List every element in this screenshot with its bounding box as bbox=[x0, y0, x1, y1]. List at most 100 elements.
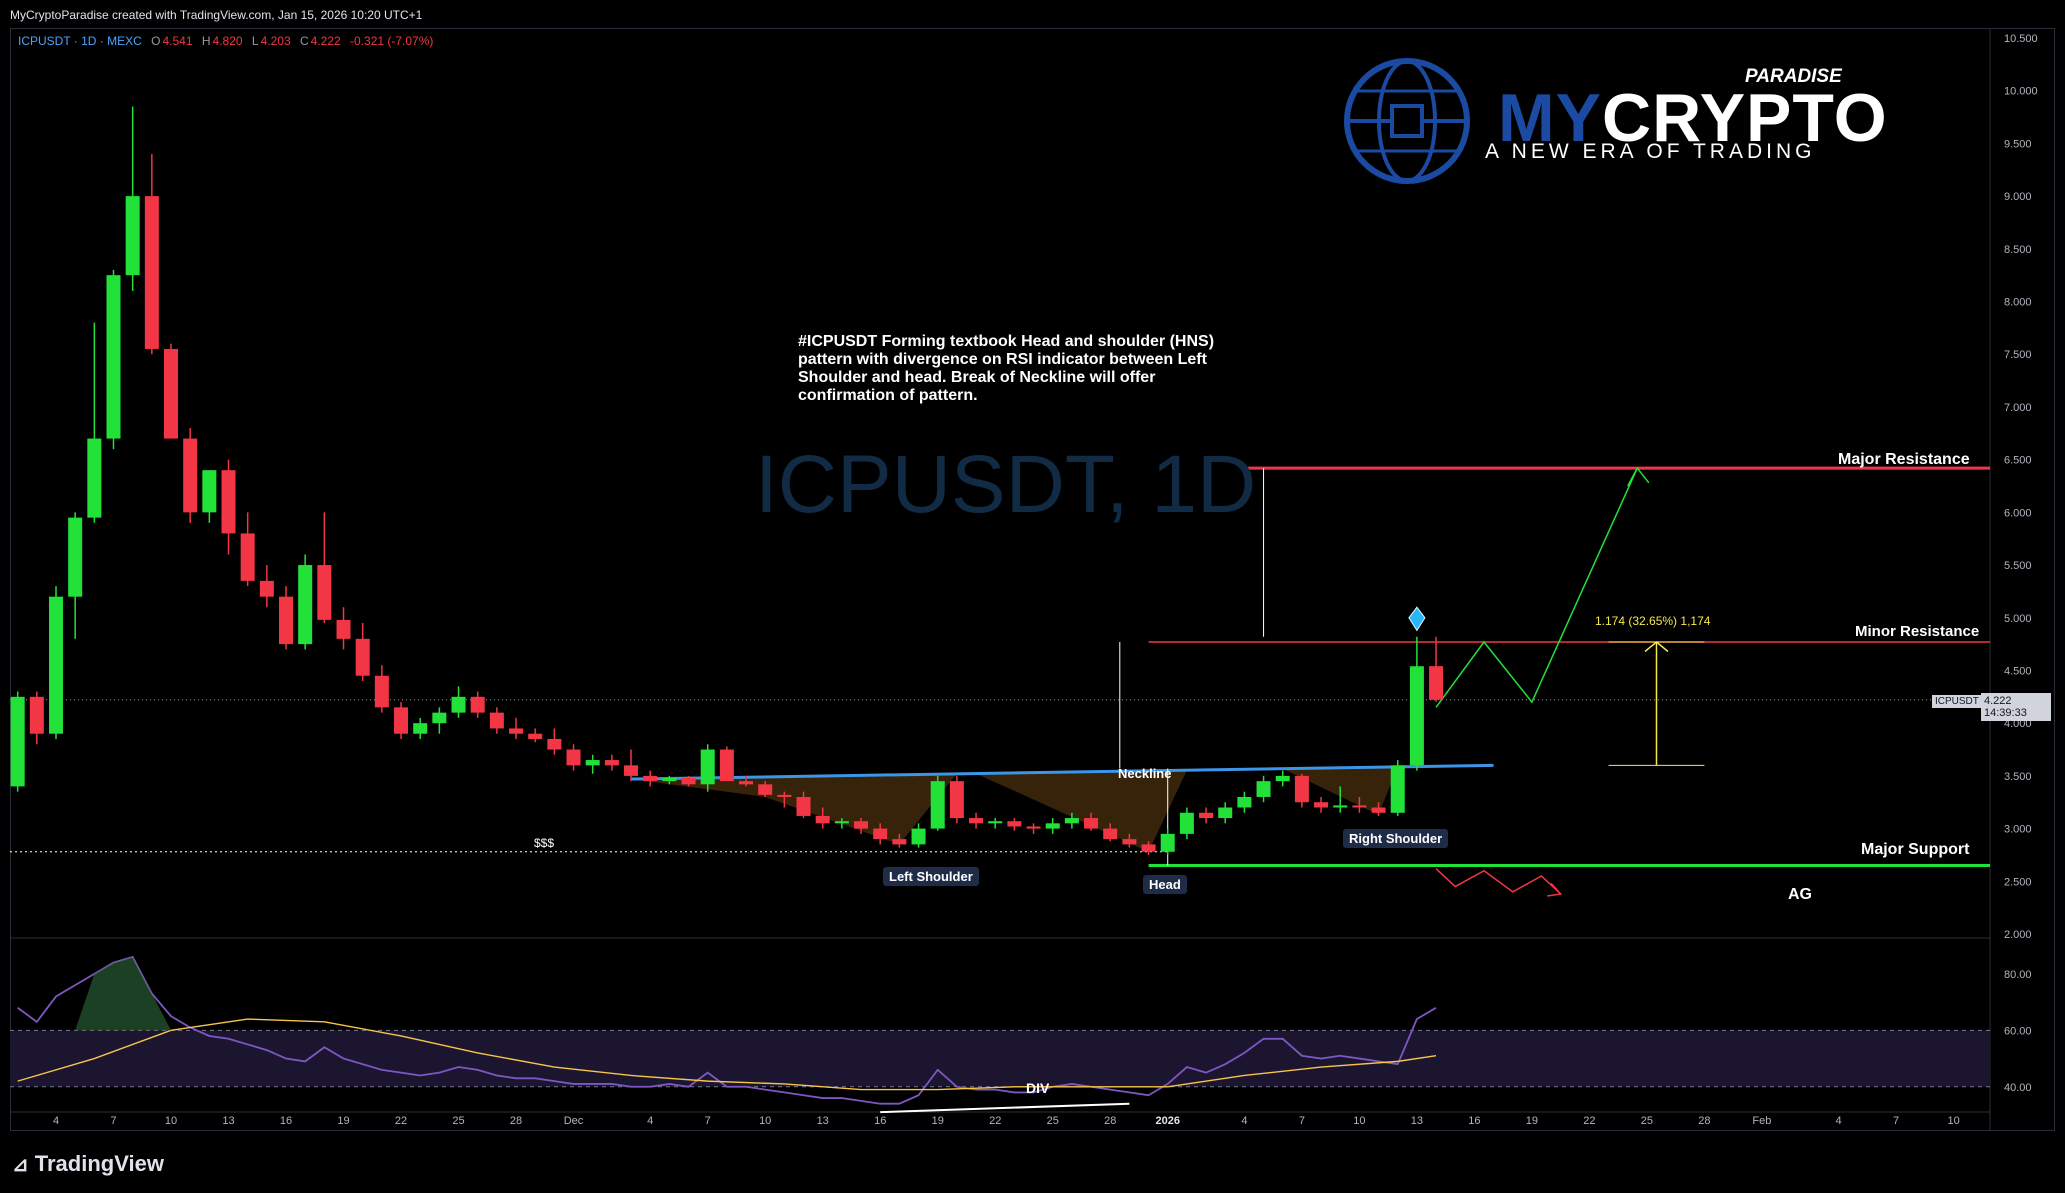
time-tick-label: 7 bbox=[110, 1115, 116, 1127]
candle-body bbox=[873, 828, 888, 840]
time-tick-label: 25 bbox=[1047, 1115, 1059, 1127]
candle-body bbox=[1275, 775, 1290, 782]
candle-body bbox=[1064, 818, 1079, 824]
tradingview-logo-icon: ⊿ bbox=[12, 1154, 29, 1176]
price-tick-label: 2.000 bbox=[2004, 929, 2032, 941]
candle-body bbox=[125, 196, 140, 276]
high-value: 4.820 bbox=[212, 34, 243, 48]
price-tick-label: 5.500 bbox=[2004, 560, 2032, 572]
change-value: -0.321 (-7.07%) bbox=[350, 34, 434, 48]
bearish-projection-path bbox=[1435, 868, 1562, 895]
candle-body bbox=[1371, 807, 1386, 813]
candle-body bbox=[1084, 818, 1099, 829]
candle-body bbox=[528, 733, 543, 739]
candle-body bbox=[164, 348, 179, 439]
symbol-legend[interactable]: ICPUSDT · 1D · MEXC O 4.541 H 4.820 L 4.203… bbox=[18, 34, 433, 48]
candle-body bbox=[547, 738, 562, 750]
time-tick-label: 4 bbox=[647, 1115, 653, 1127]
candle-body bbox=[815, 815, 830, 824]
low-value: 4.203 bbox=[260, 34, 291, 48]
last-price-tag: 4.222 14:39:33 bbox=[1981, 693, 2051, 721]
time-tick-label: 22 bbox=[395, 1115, 407, 1127]
candle-body bbox=[1103, 828, 1118, 840]
candle-body bbox=[566, 749, 581, 766]
fib-measure-label: 1.174 (32.65%) 1,174 bbox=[1595, 614, 1711, 628]
candle-body bbox=[1409, 666, 1424, 766]
rsi-tick-label: 40.00 bbox=[2004, 1082, 2032, 1094]
globe-logo-icon bbox=[1344, 58, 1470, 184]
head-label: Head bbox=[1143, 875, 1187, 894]
bearish-arrow-head bbox=[1547, 882, 1563, 897]
price-tick-label: 3.000 bbox=[2004, 824, 2032, 836]
price-tick-label: 4.500 bbox=[2004, 665, 2032, 677]
major-resistance-label: Major Resistance bbox=[1838, 451, 1970, 468]
candle-body bbox=[432, 712, 447, 724]
time-tick-label: 7 bbox=[705, 1115, 711, 1127]
candle-body bbox=[969, 818, 984, 824]
neckline-label: Neckline bbox=[1118, 766, 1172, 781]
symbol-label[interactable]: ICPUSDT · 1D · MEXC bbox=[18, 34, 142, 48]
right-shoulder-label: Right Shoulder bbox=[1343, 829, 1449, 848]
candle-body bbox=[1218, 807, 1233, 819]
time-tick-label: 10 bbox=[1947, 1115, 1959, 1127]
time-axis[interactable]: 4 7 10 13 16 19 22 25 28 Dec 4 7 10 13 16 19 22 25 28 2026 4… bbox=[53, 1115, 1960, 1127]
rsi-overbought-fill bbox=[75, 956, 172, 1031]
price-tick-label: 6.000 bbox=[2004, 507, 2032, 519]
time-tick-label: 22 bbox=[989, 1115, 1001, 1127]
candle-body bbox=[394, 707, 409, 734]
time-tick-label: 28 bbox=[1104, 1115, 1116, 1127]
time-tick-label: 16 bbox=[280, 1115, 292, 1127]
price-axis[interactable]: 10.500 10.000 9.500 9.000 8.500 8.000 7.500 7.0… bbox=[10, 28, 2038, 1131]
time-tick-label: 13 bbox=[222, 1115, 234, 1127]
candle-body bbox=[1026, 826, 1041, 829]
left-shoulder-zone bbox=[631, 773, 957, 845]
candle-body bbox=[1045, 823, 1060, 829]
candle-body bbox=[777, 794, 792, 797]
price-tick-label: 3.500 bbox=[2004, 771, 2032, 783]
price-tick-label: 9.500 bbox=[2004, 138, 2032, 150]
candle-body bbox=[719, 749, 734, 782]
candle-body bbox=[930, 781, 945, 829]
rsi-band bbox=[10, 1030, 1990, 1087]
candle-body bbox=[336, 619, 351, 639]
candle-body bbox=[1237, 796, 1252, 808]
candle-body bbox=[643, 775, 658, 782]
time-tick-label: 22 bbox=[1583, 1115, 1595, 1127]
price-tick-label: 9.000 bbox=[2004, 191, 2032, 203]
time-tick-label: 2026 bbox=[1155, 1115, 1179, 1127]
price-tick-label: 10.000 bbox=[2004, 86, 2038, 98]
candle-body bbox=[1141, 844, 1156, 852]
diamond-icon bbox=[1408, 606, 1426, 632]
candle-body bbox=[911, 828, 926, 845]
candle-body bbox=[221, 470, 236, 534]
candle-body bbox=[949, 781, 964, 819]
head-zone bbox=[976, 770, 1187, 852]
candle-body bbox=[796, 796, 811, 816]
price-tick-label: 5.000 bbox=[2004, 613, 2032, 625]
candle-body bbox=[758, 784, 773, 795]
left-shoulder-label: Left Shoulder bbox=[883, 867, 979, 886]
candle-body bbox=[298, 565, 313, 645]
candle-body bbox=[604, 760, 619, 766]
time-tick-label: 7 bbox=[1893, 1115, 1899, 1127]
candle-body bbox=[1160, 833, 1175, 852]
candle-body bbox=[49, 596, 64, 734]
candle-body bbox=[451, 696, 466, 713]
chart-canvas[interactable]: 10.500 10.000 9.500 9.000 8.500 8.000 7.500 7.0… bbox=[0, 0, 2065, 1132]
time-tick-label: 4 bbox=[1241, 1115, 1247, 1127]
time-tick-label: 13 bbox=[817, 1115, 829, 1127]
candle-body bbox=[10, 696, 25, 787]
candle-body bbox=[489, 712, 504, 729]
rsi-axis: 80.00 60.00 40.00 bbox=[10, 969, 2032, 1094]
drawings-layer bbox=[10, 466, 1990, 897]
major-support-label: Major Support bbox=[1861, 841, 1970, 858]
brand-tagline: A NEW ERA OF TRADING bbox=[1485, 140, 1816, 163]
divergence-line bbox=[880, 1102, 1130, 1114]
time-tick-label: 4 bbox=[1836, 1115, 1842, 1127]
candle-body bbox=[413, 723, 428, 734]
price-tick-label: 8.000 bbox=[2004, 297, 2032, 309]
price-tick-label: 6.500 bbox=[2004, 455, 2032, 467]
divergence-label: DIV bbox=[1026, 1080, 1050, 1096]
time-tick-label: Feb bbox=[1752, 1115, 1771, 1127]
candle-body bbox=[681, 777, 696, 785]
